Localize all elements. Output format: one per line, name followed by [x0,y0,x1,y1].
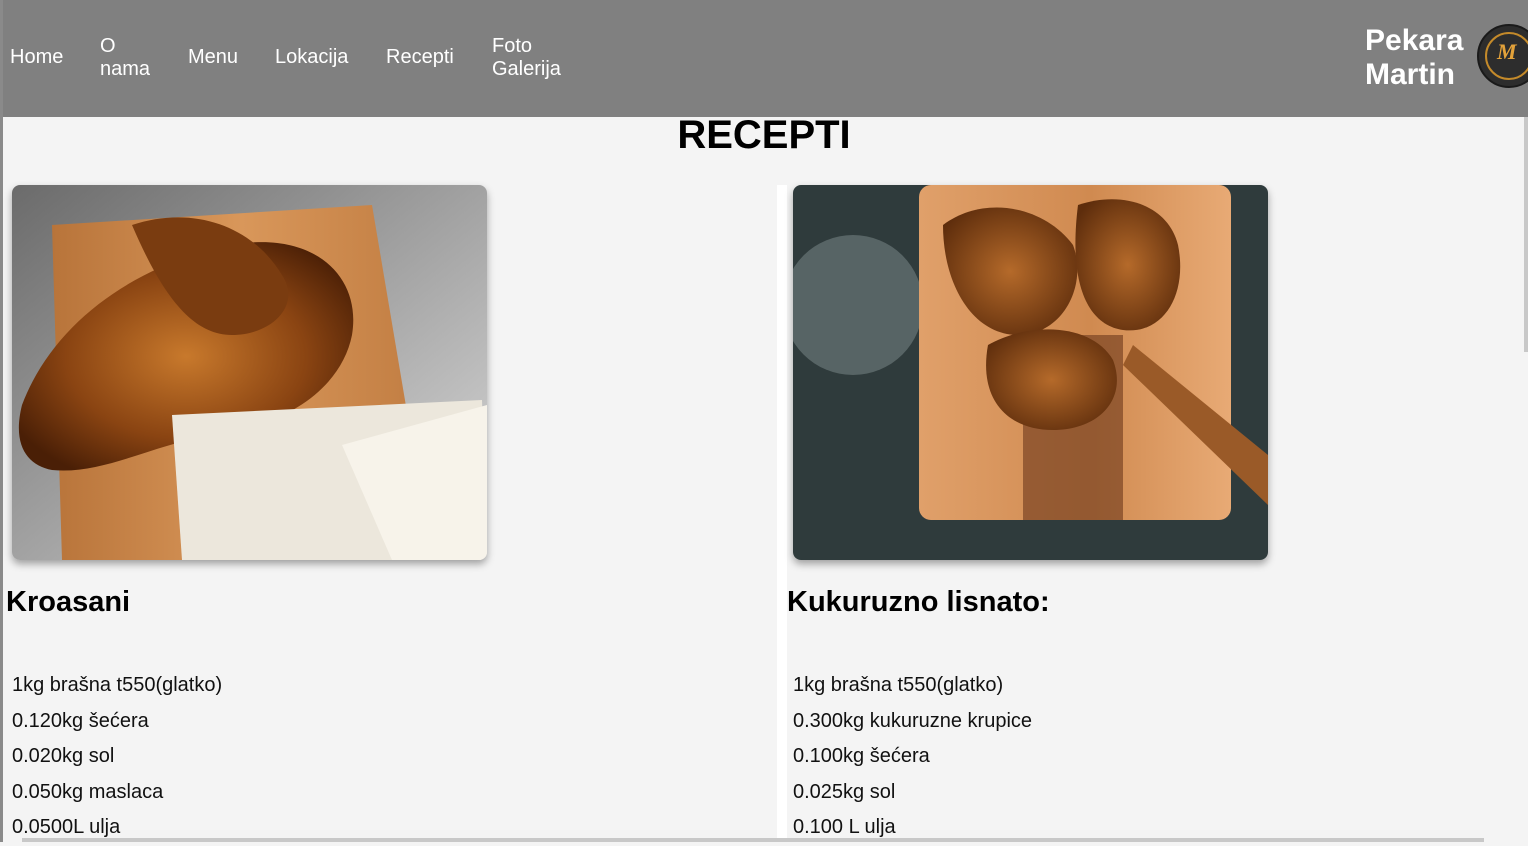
brand-name: Pekara Martin [1365,24,1464,91]
ingredient-item: 0.050kg maslaca [12,780,164,803]
nav-foto-galerija[interactable]: Foto Galerija [492,35,561,81]
vertical-scrollbar[interactable] [1524,117,1528,352]
ingredient-item: 0.120kg šećera [12,709,149,732]
column-divider [777,185,787,842]
ingredient-list: 1kg brašna t550(glatko) 0.300kg kukuruzn… [793,668,1032,846]
ingredient-item: 1kg brašna t550(glatko) [12,674,223,696]
ingredient-item: 0.020kg sol [12,745,115,767]
nav-home[interactable]: Home [10,46,63,69]
croissant-photo [12,185,487,560]
ingredient-item: 0.300kg kukuruzne krupice [793,709,1033,732]
logo-letter: M [1497,39,1517,64]
nav-o-nama[interactable]: O nama [100,35,150,81]
recipe-title: Kukuruzno lisnato: [787,586,1050,618]
nav-menu[interactable]: Menu [188,46,238,69]
ingredient-item: 0.100kg šećera [793,745,930,767]
recipe-title: Kroasani [6,586,131,618]
horizontal-scrollbar[interactable] [22,838,1484,842]
ingredient-item: 1kg brašna t550(glatko) [793,674,1004,696]
ingredient-list: 1kg brašna t550(glatko) 0.120kg šećera 0… [12,668,222,846]
nav-recepti[interactable]: Recepti [386,46,454,69]
nav-lokacija[interactable]: Lokacija [275,46,348,69]
page-title: RECEPTI [677,113,851,157]
top-navbar: Home O nama Menu Lokacija Recepti Foto G… [3,0,1528,117]
bakery-logo-icon[interactable]: M [1477,24,1528,88]
pastry-on-board-photo [793,185,1268,560]
ingredient-item: 0.025kg sol [793,780,896,803]
